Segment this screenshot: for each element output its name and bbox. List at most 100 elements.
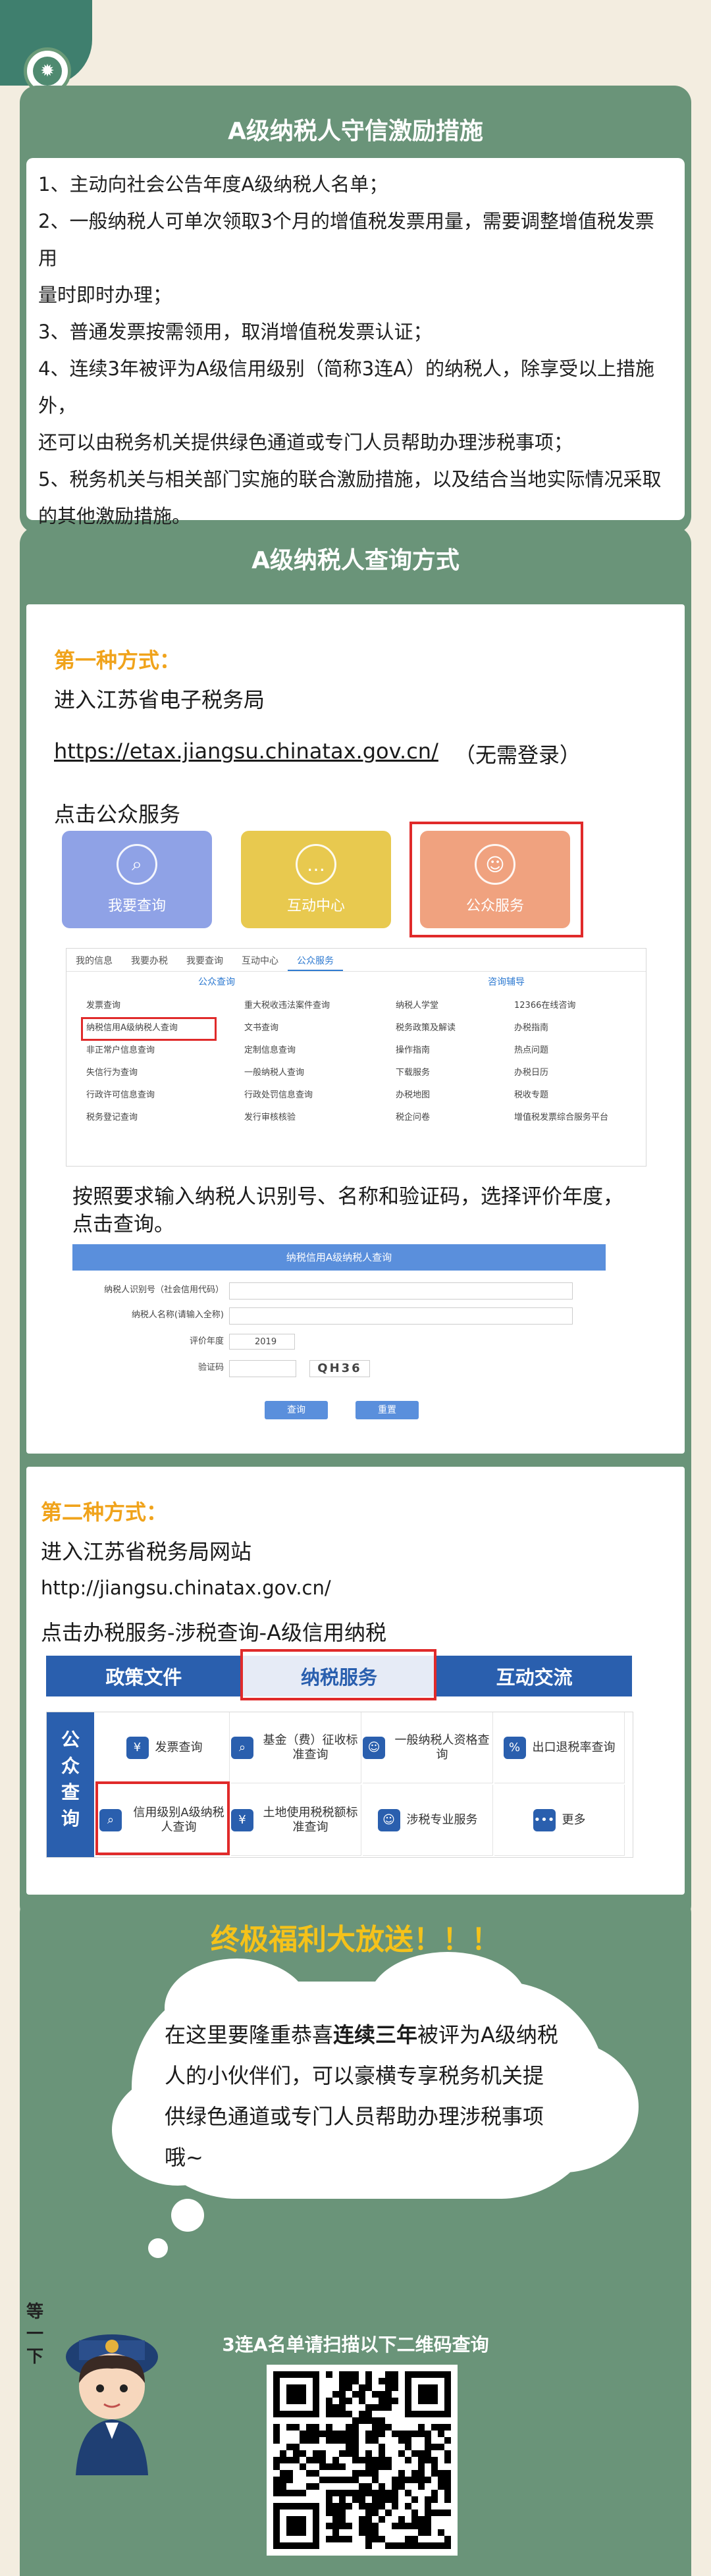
congrats-text: 在这里要隆重恭喜连续三年被评为A级纳税人的小伙伴们，可以豪横专享税务机关提供绿色… xyxy=(165,2014,560,2178)
form-name-label: 纳税人名称(请输入全称) xyxy=(131,1310,224,1320)
invoice-icon: ¥ xyxy=(126,1736,149,1759)
menu-link[interactable]: 定制信息查询 xyxy=(244,1039,330,1062)
grid-cell-general-taxpayer[interactable]: ☺ 一般纳税人资格查询 xyxy=(363,1712,493,1783)
congrats-pre: 在这里要隆重恭喜 xyxy=(165,2022,334,2047)
congrats-bold: 连续三年 xyxy=(333,2022,418,2047)
menu-link[interactable]: 增值税发票综合服务平台 xyxy=(514,1107,608,1129)
way2-enter-text: 进入江苏省税务局网站 xyxy=(41,1539,252,1564)
rule-line: 量时即时办理； xyxy=(38,284,172,306)
menu-link[interactable]: 非正常户信息查询 xyxy=(86,1039,178,1062)
way1-click-text: 点击公众服务 xyxy=(54,802,181,827)
menu-screenshot: 我的信息 我要办税 我要查询 互动中心 公众服务 公众查询 咨询辅导 发票查询 … xyxy=(66,948,646,1167)
search-document-icon: ⌕ xyxy=(117,844,157,885)
scan-instruction: 3连A名单请扫描以下二维码查询 xyxy=(222,2334,489,2355)
menu-tab[interactable]: 我的信息 xyxy=(66,949,122,971)
way1-url-note: （无需登录） xyxy=(454,743,581,768)
incentives-title: A级纳税人守信激励措施 xyxy=(228,118,483,145)
query-button[interactable]: 查询 xyxy=(265,1401,328,1419)
rule-line: 2、一般纳税人可单次领取3个月的增值税发票用量，需要调整增值税发票用 xyxy=(38,210,654,269)
way1-url-link[interactable]: https://etax.jiangsu.chinatax.gov.cn/ xyxy=(54,739,438,764)
card-my-query[interactable]: ⌕ 我要查询 xyxy=(62,831,212,928)
highlight-a-level-credit xyxy=(95,1781,230,1855)
person-icon: ☺ xyxy=(363,1736,385,1759)
side-char: 众 xyxy=(61,1755,80,1777)
highlight-a-level-query xyxy=(81,1017,217,1041)
side-char: 公 xyxy=(61,1729,80,1750)
menu-link[interactable]: 操作指南 xyxy=(396,1039,456,1062)
form-year-label: 评价年度 xyxy=(189,1336,224,1346)
grid-cell-invoice[interactable]: ¥ 发票查询 xyxy=(99,1712,230,1783)
menu-column: 发票查询 纳税信用A级纳税人查询 非正常户信息查询 失信行为查询 行政许可信息查… xyxy=(86,995,178,1129)
percent-icon: % xyxy=(503,1736,526,1759)
way2-click-text: 点击办税服务-涉税查询-A级信用纳税 xyxy=(41,1620,386,1645)
menu-head-consulting: 咨询辅导 xyxy=(488,977,525,987)
search-icon: ⌕ xyxy=(231,1736,253,1759)
menu-link[interactable]: 办税日历 xyxy=(514,1062,608,1084)
menu-link[interactable]: 失信行为查询 xyxy=(86,1062,178,1084)
side-char: 询 xyxy=(61,1808,80,1829)
menu-column: 重大税收违法案件查询 文书查询 定制信息查询 一般纳税人查询 行政处罚信息查询 … xyxy=(244,995,330,1129)
cell-label: 基金（费）征收标准查询 xyxy=(263,1733,358,1762)
menu-link[interactable]: 税企问卷 xyxy=(396,1107,456,1129)
menu-link[interactable]: 办税指南 xyxy=(514,1017,608,1039)
menu-link[interactable]: 发票查询 xyxy=(86,995,178,1017)
qr-code[interactable] xyxy=(267,2365,458,2556)
menu-head-public-query: 公众查询 xyxy=(198,977,235,987)
captcha-input[interactable] xyxy=(229,1360,296,1377)
taxpayer-id-input[interactable] xyxy=(229,1282,573,1300)
tax-officer-mascot: 等一下 xyxy=(26,2301,158,2475)
menu-link[interactable]: 一般纳税人查询 xyxy=(244,1062,330,1084)
grid-cell-professional-service[interactable]: ☺ 涉税专业服务 xyxy=(363,1785,493,1856)
highlight-tax-service xyxy=(240,1649,436,1700)
menu-tab[interactable]: 互动中心 xyxy=(232,949,288,971)
cell-label: 土地使用税税额标准查询 xyxy=(263,1805,358,1834)
form-title: 纳税信用A级纳税人查询 xyxy=(72,1244,606,1271)
more-icon: ••• xyxy=(533,1808,556,1831)
menu-link[interactable]: 税务登记查询 xyxy=(86,1107,178,1129)
form-code-label: 验证码 xyxy=(198,1363,224,1373)
instruction-text: 按照要求输入纳税人识别号、名称和验证码，选择评价年度， xyxy=(72,1185,623,1209)
land-icon: ¥ xyxy=(231,1808,253,1831)
way2-heading: 第二种方式： xyxy=(41,1500,168,1525)
rule-line: 3、普通发票按需领用，取消增值税发票认证； xyxy=(38,321,433,343)
qr-code-image xyxy=(273,2371,451,2549)
grid-cell-export-rebate[interactable]: % 出口退税率查询 xyxy=(494,1712,625,1783)
menu-link[interactable]: 文书查询 xyxy=(244,1017,330,1039)
menu-tab[interactable]: 我要查询 xyxy=(177,949,232,971)
year-select[interactable]: 2019 xyxy=(229,1334,295,1350)
bonus-title: 终极福利大放送！！！ xyxy=(211,1923,500,1957)
menu-column: 纳税人学堂 税务政策及解读 操作指南 下载服务 办税地图 税企问卷 xyxy=(396,995,456,1129)
menu-tab-active[interactable]: 公众服务 xyxy=(288,949,343,971)
menu-link[interactable]: 税务政策及解读 xyxy=(396,1017,456,1039)
menu-link[interactable]: 办税地图 xyxy=(396,1084,456,1107)
menu-link[interactable]: 税收专题 xyxy=(514,1084,608,1107)
menu-link[interactable]: 重大税收违法案件查询 xyxy=(244,995,330,1017)
card-label: 互动中心 xyxy=(286,898,345,914)
way2-url[interactable]: http://jiangsu.chinatax.gov.cn/ xyxy=(41,1577,331,1599)
menu-link[interactable]: 纳税人学堂 xyxy=(396,995,456,1017)
way1-enter-text: 进入江苏省电子税务局 xyxy=(54,687,265,712)
taxpayer-name-input[interactable] xyxy=(229,1307,573,1325)
rule-line: 还可以由税务机关提供绿色通道或专门人员帮助办理涉税事项； xyxy=(38,431,573,454)
menu-link[interactable]: 12366在线咨询 xyxy=(514,995,608,1017)
menu-link[interactable]: 行政许可信息查询 xyxy=(86,1084,178,1107)
reset-button[interactable]: 重置 xyxy=(356,1401,419,1419)
cell-label: 更多 xyxy=(562,1812,586,1827)
grid-cell-fund-fee[interactable]: ⌕ 基金（费）征收标准查询 xyxy=(231,1712,361,1783)
grid-cell-more[interactable]: ••• 更多 xyxy=(494,1785,625,1856)
way1-heading: 第一种方式： xyxy=(54,648,181,673)
menu-link[interactable]: 下载服务 xyxy=(396,1062,456,1084)
highlight-public-service xyxy=(409,822,583,937)
card-interaction-center[interactable]: … 互动中心 xyxy=(241,831,391,928)
captcha-image[interactable]: QH36 xyxy=(309,1360,370,1377)
nav-interaction[interactable]: 互动交流 xyxy=(436,1656,632,1696)
menu-link[interactable]: 热点问题 xyxy=(514,1039,608,1062)
grid-cell-land-tax[interactable]: ¥ 土地使用税税额标准查询 xyxy=(231,1785,361,1856)
a-level-query-form: 纳税信用A级纳税人查询 纳税人识别号（社会信用代码） 纳税人名称(请输入全称) … xyxy=(72,1244,606,1435)
nav-policy[interactable]: 政策文件 xyxy=(46,1656,242,1696)
cell-label: 发票查询 xyxy=(155,1740,203,1754)
menu-tab[interactable]: 我要办税 xyxy=(122,949,177,971)
rule-line: 5、税务机关与相关部门实施的联合激励措施，以及结合当地实际情况采取 xyxy=(38,468,662,490)
menu-link[interactable]: 行政处罚信息查询 xyxy=(244,1084,330,1107)
menu-link[interactable]: 发行审核核验 xyxy=(244,1107,330,1129)
